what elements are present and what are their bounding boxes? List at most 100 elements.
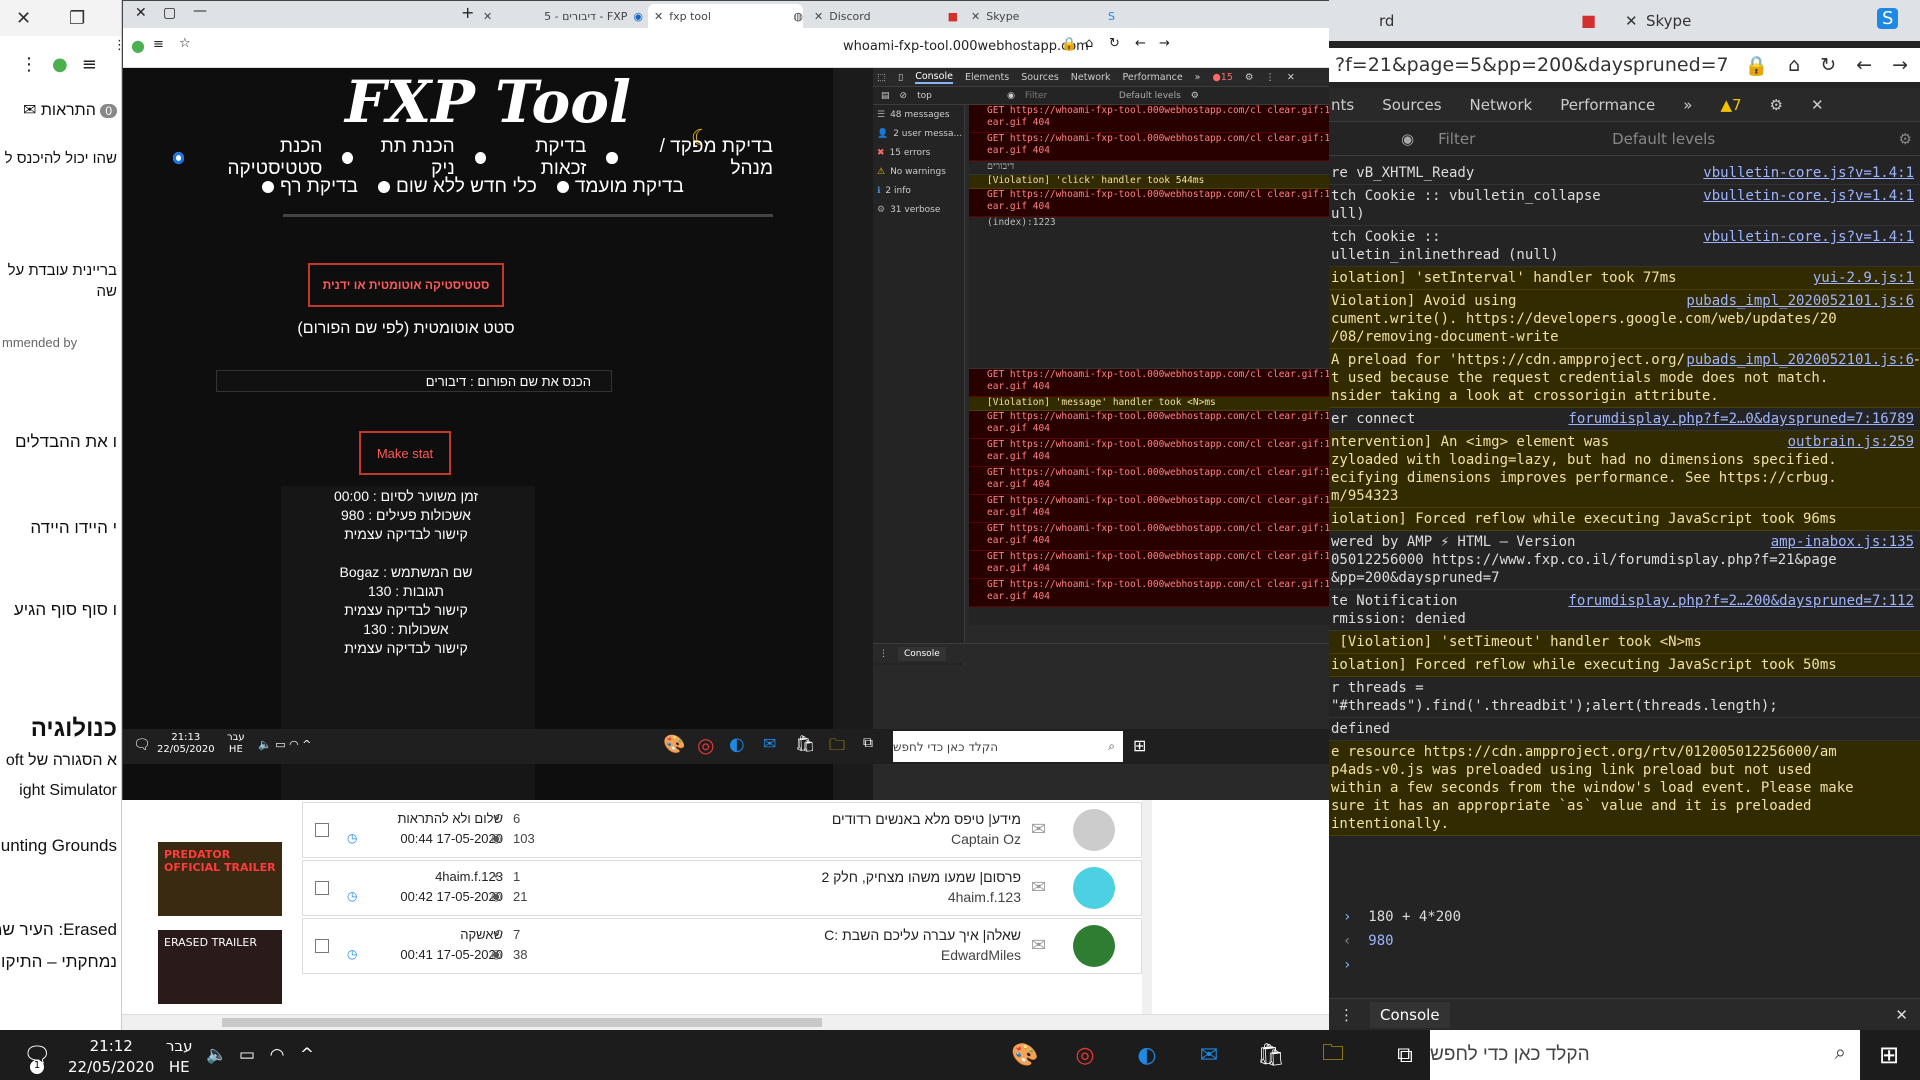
source-link[interactable]: vbulletin-core.js?v=1.4:1 — [1703, 187, 1914, 205]
inspect-icon[interactable]: ⬚ — [877, 72, 886, 83]
close-icon[interactable]: ✕ — [1625, 12, 1638, 30]
tab-network[interactable]: Network — [1470, 96, 1533, 114]
tab-performance[interactable]: Performance — [1122, 72, 1182, 83]
tab-sources[interactable]: Sources — [1021, 72, 1059, 83]
notifications-link[interactable]: 0 התראות ✉ — [23, 100, 117, 120]
menu-dots-icon[interactable]: ⋮ — [879, 649, 888, 659]
thread-row[interactable]: 1 21 4haim.f.123 00:42 17-05-2020 פרסום| שמע… — [302, 860, 1142, 916]
task-view-icon[interactable]: ⧉ — [1390, 1040, 1420, 1070]
paint-icon[interactable]: 🎨 — [1010, 1040, 1040, 1070]
windows-icon[interactable]: ⊞ — [1133, 736, 1146, 755]
sidebar-toggle-icon[interactable]: ▤ — [881, 91, 890, 101]
self-check-link[interactable]: קישור לבדיקה עצמית — [123, 526, 689, 545]
close-icon[interactable]: ✕ — [16, 8, 31, 29]
edge-icon[interactable]: ◐ — [729, 734, 745, 755]
source-link[interactable]: pubads_impl_2020052101.js:6 — [1686, 351, 1914, 369]
gear-icon[interactable]: ⚙ — [1245, 72, 1254, 83]
thread-checkbox[interactable] — [315, 939, 329, 953]
menu-dots-icon[interactable]: ⋮ — [1339, 1006, 1354, 1024]
horizontal-scroll-thumb[interactable] — [222, 1018, 822, 1027]
new-tab-icon[interactable]: + — [461, 3, 474, 22]
device-icon[interactable]: ▯ — [898, 72, 903, 83]
source-link[interactable]: vbulletin-core.js?v=1.4:1 — [1703, 164, 1914, 182]
menu-dots-icon[interactable]: ⋮ — [20, 54, 38, 75]
radio-icon[interactable] — [342, 152, 354, 164]
edge-icon[interactable]: ◐ — [1132, 1040, 1162, 1070]
close-icon[interactable]: ✕ — [135, 5, 147, 21]
thread-row[interactable]: 6 103 שלום ולא להתראות 00:44 17-05-2020 מידע… — [302, 802, 1142, 858]
avatar[interactable] — [1073, 867, 1115, 909]
source-link[interactable]: amp-inabox.js:135 — [1771, 533, 1914, 551]
thread-author[interactable]: Captain Oz — [633, 831, 1021, 847]
chrome-icon[interactable]: ◎ — [1070, 1040, 1100, 1070]
tab-skype[interactable]: Skype — [1646, 12, 1691, 30]
gear-icon[interactable]: ⚙ — [1899, 130, 1912, 148]
reload-icon[interactable]: ↻ — [1109, 36, 1120, 51]
back-icon[interactable]: ← — [1856, 54, 1872, 76]
tray-chevron-icon[interactable]: ^ — [292, 1040, 322, 1070]
thread-title[interactable]: פרסום| שמעו משהו מצחיק, חלק 2 — [633, 869, 1022, 885]
tab-elements-partial[interactable]: nts — [1331, 96, 1354, 114]
language-indicator[interactable]: עבר HE — [166, 1036, 193, 1078]
filter-input[interactable]: Filter — [1025, 91, 1109, 101]
forward-icon[interactable]: → — [1159, 36, 1170, 51]
source-link[interactable]: forumdisplay.php?f=2…200&dayspruned=7:11… — [1568, 592, 1914, 610]
fxp-logo-icon[interactable]: ● — [52, 54, 68, 75]
fxp-logo-icon[interactable]: ● — [131, 36, 145, 55]
gear-icon[interactable]: ⚙ — [1191, 91, 1199, 101]
radio-option[interactable]: הכנת סטטיסטיקה — [173, 136, 322, 180]
battery-icon[interactable]: ▭ — [232, 1040, 262, 1070]
self-check-link[interactable]: קישור לבדיקה עצמית — [123, 602, 689, 621]
radio-option[interactable]: בדיקת מועמד — [556, 176, 684, 198]
erased-thumbnail[interactable]: ERASED TRAILER — [158, 930, 282, 1004]
context-select[interactable]: top — [917, 91, 997, 101]
eye-icon[interactable]: ◉ — [1007, 91, 1015, 101]
console-filter-item[interactable]: ✖ 15 errors — [873, 143, 964, 162]
self-check-link[interactable]: קישור לבדיקה עצמית — [123, 640, 689, 659]
close-icon[interactable]: ✕ — [814, 10, 823, 23]
menu-dots-icon[interactable]: ⋮ — [1265, 72, 1275, 83]
window-icon[interactable]: ▢ — [163, 5, 176, 21]
radio-option[interactable]: הכנת תת ניק — [342, 136, 455, 180]
source-link[interactable]: vbulletin-core.js?v=1.4:1 — [1703, 228, 1914, 246]
source-link[interactable]: forumdisplay.php?f=2…0&dayspruned=7:1678… — [1568, 410, 1914, 428]
radio-icon[interactable] — [556, 181, 569, 193]
right-filter-input[interactable]: Filter — [1438, 130, 1588, 148]
radio-selected-icon[interactable] — [173, 152, 185, 164]
radio-option[interactable]: בדיקת זכאות — [474, 136, 586, 180]
clock[interactable]: 21:12 22/05/2020 — [68, 1036, 154, 1078]
console-prompt[interactable]: › — [1343, 956, 1351, 974]
minimize-icon[interactable]: — — [193, 3, 207, 19]
thread-row[interactable]: 7 38 שאשקה 00:41 17-05-2020 שאלה| איך עברה ע… — [302, 918, 1142, 974]
console-filter-item[interactable]: ℹ 2 info — [873, 181, 964, 200]
home-icon[interactable]: ⌂ — [1085, 36, 1093, 51]
right-drawer-console-tab[interactable]: Console — [1370, 1001, 1450, 1028]
tab-sources[interactable]: Sources — [1382, 96, 1441, 114]
notification-icon[interactable]: 🗨 — [133, 737, 151, 753]
console-filter-item[interactable]: 👤 2 user messa... — [873, 124, 964, 143]
wifi-icon[interactable]: ◠ — [262, 1040, 292, 1070]
restore-icon[interactable]: ❐ — [69, 8, 85, 29]
url-text[interactable]: whoami-fxp-tool.000webhostapp.com — [843, 39, 1089, 54]
close-icon[interactable]: ✕ — [971, 10, 980, 23]
clear-icon[interactable]: ⊘ — [900, 91, 908, 101]
star-icon[interactable]: ☆ — [179, 36, 191, 51]
thread-title[interactable]: מידע| טיפס מלא באנשים רדודים — [633, 811, 1021, 827]
forum-name-field[interactable]: הכנס את שם הפורום : דיבורים — [216, 370, 612, 392]
drawer-console-tab[interactable]: Console — [898, 646, 946, 661]
store-icon[interactable]: 🛍 — [1256, 1040, 1286, 1070]
forward-icon[interactable]: → — [1892, 54, 1908, 76]
radio-option[interactable]: כלי חדש ללא שום — [377, 176, 537, 198]
console-filter-item[interactable]: ⚙ 31 verbose — [873, 200, 964, 219]
source-link[interactable]: outbrain.js:259 — [1787, 433, 1914, 451]
folder-icon[interactable]: 🗀 — [1318, 1040, 1348, 1070]
avatar[interactable] — [1073, 925, 1115, 967]
tab-fxp-tool[interactable]: ✕ fxp tool ◍ — [648, 4, 803, 28]
source-link[interactable]: pubads_impl_2020052101.js:6 — [1686, 292, 1914, 310]
task-view-icon[interactable]: ⧉ — [863, 735, 873, 751]
gear-icon[interactable]: ⚙ — [1770, 96, 1783, 114]
forum-scrollbar[interactable] — [1142, 800, 1152, 1030]
inner-search-box[interactable]: הקלד כאן כדי לחפש ⌕ — [893, 731, 1123, 762]
close-icon[interactable]: ✕ — [654, 10, 663, 23]
close-icon[interactable]: ✕ — [1811, 96, 1824, 114]
